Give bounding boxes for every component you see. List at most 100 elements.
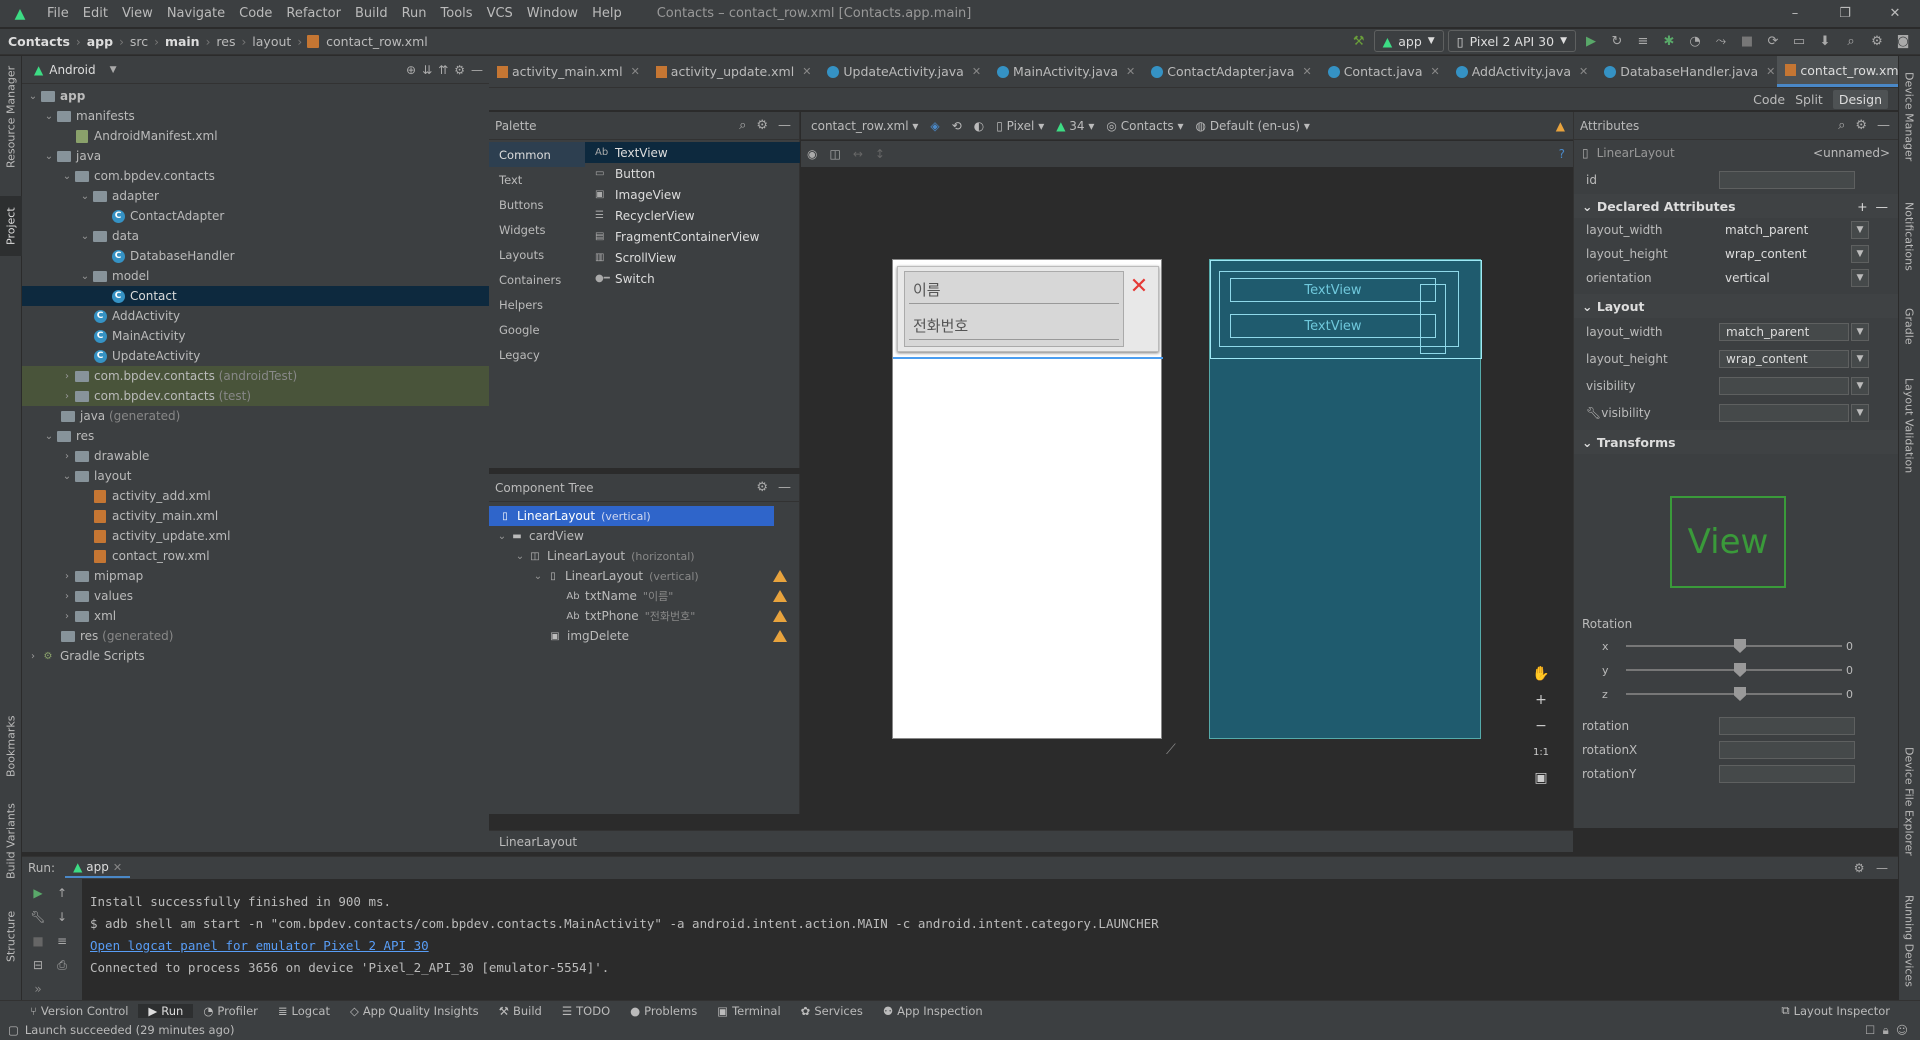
hide-icon[interactable]: —: [778, 480, 791, 495]
tree-item-gradle-scripts[interactable]: › ⚙ Gradle Scripts: [22, 646, 489, 666]
run-panel-settings-icon[interactable]: ⚙ —: [1854, 861, 1898, 875]
build-variants-tab[interactable]: Build Variants: [0, 791, 22, 891]
gear-icon[interactable]: ⚙: [756, 118, 768, 133]
tab-addactivity[interactable]: AddActivity.java ✕: [1448, 56, 1597, 87]
tree-item-manifest-file[interactable]: AndroidManifest.xml: [22, 126, 489, 146]
tree-item-contact[interactable]: C Contact: [22, 286, 489, 306]
problems-tab[interactable]: ● Problems: [620, 1004, 707, 1018]
warning-icon[interactable]: ▲: [1556, 119, 1565, 133]
menu-file[interactable]: File: [40, 6, 76, 21]
device-manager-tab[interactable]: Device Manager: [1898, 62, 1920, 172]
palette-item-scrollview[interactable]: ▥ ScrollView: [585, 247, 800, 268]
component-linearlayout-root[interactable]: ▯ LinearLayout (vertical): [489, 506, 774, 526]
device-file-explorer-tab[interactable]: Device File Explorer: [1898, 736, 1920, 866]
locale-select[interactable]: ◍ Default (en-us) ▾: [1196, 119, 1310, 133]
tree-item-androidtest[interactable]: › com.bpdev.contacts (androidTest): [22, 366, 489, 386]
gear-icon[interactable]: ⚙: [756, 480, 768, 495]
tree-item-package[interactable]: ⌄ com.bpdev.contacts: [22, 166, 489, 186]
tree-item-mipmap[interactable]: › mipmap: [22, 566, 489, 586]
minimize-icon[interactable]: –: [1770, 0, 1820, 28]
tree-item-contactadapter[interactable]: C ContactAdapter: [22, 206, 489, 226]
horizontal-resize-icon[interactable]: ↔: [853, 147, 863, 161]
vertical-resize-icon[interactable]: ↕: [875, 147, 885, 161]
blueprint-preview[interactable]: TextView TextView: [1209, 259, 1482, 739]
rerun-icon[interactable]: ▶: [28, 883, 48, 903]
scroll-down-icon[interactable]: ↓: [52, 907, 72, 927]
component-imgdelete[interactable]: ▣ imgDelete: [489, 626, 799, 646]
visibility-select[interactable]: [1719, 376, 1849, 395]
menu-vcs[interactable]: VCS: [480, 6, 520, 21]
version-control-tab[interactable]: ⑂ Version Control: [0, 1004, 138, 1018]
resource-manager-tab[interactable]: Resource Manager: [0, 62, 22, 172]
maximize-icon[interactable]: ❐: [1820, 0, 1870, 28]
tab-contact[interactable]: Contact.java ✕: [1320, 56, 1448, 87]
tree-item-layout[interactable]: ⌄ layout: [22, 466, 489, 486]
attr-value[interactable]: vertical: [1719, 269, 1849, 287]
palette-category-legacy[interactable]: Legacy: [489, 342, 585, 367]
zoom-fit-icon[interactable]: ▣: [1529, 768, 1553, 788]
id-input[interactable]: [1719, 171, 1855, 189]
tree-item-adapter[interactable]: ⌄ adapter: [22, 186, 489, 206]
build-tab[interactable]: ⚒ Build: [489, 1004, 552, 1018]
palette-item-imageview[interactable]: ▣ ImageView: [585, 184, 800, 205]
wrench-icon[interactable]: 🔧︎: [28, 907, 48, 927]
attach-debugger-icon[interactable]: ⤳: [1710, 30, 1732, 52]
menu-refactor[interactable]: Refactor: [279, 6, 348, 21]
chevron-down-icon[interactable]: ▼: [1851, 322, 1869, 341]
menu-view[interactable]: View: [115, 6, 160, 21]
structure-tab[interactable]: Structure: [0, 896, 22, 976]
profile-icon[interactable]: ◔: [1684, 30, 1706, 52]
rotation-y-slider[interactable]: [1626, 663, 1842, 677]
logcat-tab[interactable]: ≣ Logcat: [268, 1004, 340, 1018]
attr-value[interactable]: match_parent: [1719, 221, 1849, 239]
tools-visibility-select[interactable]: [1719, 403, 1849, 422]
tab-databasehandler[interactable]: DatabaseHandler.java ✕: [1596, 56, 1777, 87]
preview-txtphone[interactable]: 전화번호: [909, 312, 1119, 340]
hammer-icon[interactable]: ⚒: [1348, 30, 1370, 52]
attr-value[interactable]: wrap_content: [1719, 349, 1849, 368]
component-linearlayout-horizontal[interactable]: ⌄ ◫ LinearLayout (horizontal): [489, 546, 799, 566]
bookmarks-tab[interactable]: Bookmarks: [0, 706, 22, 786]
palette-category-containers[interactable]: Containers: [489, 267, 585, 292]
preview-cardview[interactable]: 이름 전화번호 ✕: [897, 266, 1159, 352]
tree-item-drawable[interactable]: › drawable: [22, 446, 489, 466]
blueprint-textview-name[interactable]: TextView: [1230, 278, 1436, 302]
orientation-icon[interactable]: ⟲: [952, 119, 962, 133]
tree-item-java[interactable]: ⌄ java: [22, 146, 489, 166]
delete-icon[interactable]: ✕: [1126, 273, 1152, 299]
notifications-tab[interactable]: Notifications: [1898, 186, 1920, 286]
debug-icon[interactable]: ✱: [1658, 30, 1680, 52]
menu-run[interactable]: Run: [395, 6, 434, 21]
rerun-icon[interactable]: ↻: [1606, 30, 1628, 52]
transforms-section[interactable]: ⌄ Transforms: [1574, 430, 1898, 454]
tab-activity-update[interactable]: activity_update.xml ✕: [648, 56, 820, 87]
sync-icon[interactable]: ⟳: [1762, 30, 1784, 52]
project-tab[interactable]: Project: [0, 196, 22, 256]
gear-icon[interactable]: ⚙: [1855, 118, 1867, 133]
rotation-x-slider[interactable]: [1626, 639, 1842, 653]
tree-item-res[interactable]: ⌄ res: [22, 426, 489, 446]
run-icon[interactable]: ▶: [1580, 30, 1602, 52]
open-logcat-link[interactable]: Open logcat panel for emulator Pixel 2 A…: [90, 938, 429, 953]
tab-updateactivity[interactable]: UpdateActivity.java ✕: [819, 56, 989, 87]
more-icon[interactable]: »: [28, 979, 48, 999]
palette-category-helpers[interactable]: Helpers: [489, 292, 585, 317]
palette-item-textview[interactable]: Ab TextView: [585, 142, 800, 163]
rotationy-input[interactable]: [1719, 765, 1855, 783]
stop-icon[interactable]: ■: [28, 931, 48, 951]
gradle-tab[interactable]: Gradle: [1898, 296, 1920, 356]
chevron-down-icon[interactable]: ▼: [1851, 245, 1869, 263]
rotation-z-slider[interactable]: [1626, 687, 1842, 701]
tree-item-res-generated[interactable]: res (generated): [22, 626, 489, 646]
gear-icon[interactable]: ⚙: [454, 63, 465, 77]
device-select[interactable]: ▯ Pixel 2 API 30 ▼: [1447, 30, 1576, 52]
assistant-icon[interactable]: ◙: [1892, 30, 1914, 52]
apply-changes-icon[interactable]: ≡: [1632, 30, 1654, 52]
menu-code[interactable]: Code: [232, 6, 279, 21]
preview-linearlayout[interactable]: 이름 전화번호: [904, 271, 1124, 347]
palette-item-switch[interactable]: ●━ Switch: [585, 268, 800, 289]
hide-icon[interactable]: —: [471, 63, 483, 77]
palette-category-common[interactable]: Common: [489, 142, 585, 167]
tree-item-addactivity[interactable]: C AddActivity: [22, 306, 489, 326]
chevron-down-icon[interactable]: ▼: [1851, 349, 1869, 368]
